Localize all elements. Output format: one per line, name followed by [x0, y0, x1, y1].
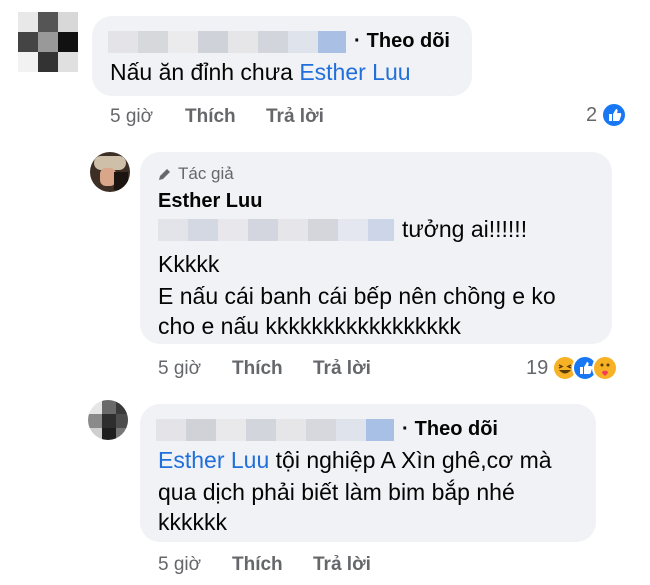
- comment-line: tưởng ai!!!!!!: [158, 216, 527, 243]
- comment-line: cho e nấu kkkkkkkkkkkkkkkkk: [158, 313, 461, 339]
- author-avatar[interactable]: [90, 152, 130, 192]
- pencil-icon: [159, 169, 170, 180]
- care-icon: [592, 355, 619, 381]
- reply-link[interactable]: Trả lời: [266, 106, 324, 128]
- comment-line: kkkkkk: [158, 509, 227, 535]
- reaction-summary[interactable]: 2: [586, 102, 628, 128]
- commenter-avatar[interactable]: [88, 400, 128, 440]
- comment-text: Nấu ăn đỉnh chưa Esther Luu: [110, 56, 411, 89]
- comment-line: qua dịch phải biết làm bim bắp nhé: [158, 479, 515, 505]
- comment-line: E nấu cái banh cái bếp nên chồng e ko: [158, 283, 556, 309]
- follow-link[interactable]: Theo dõi: [367, 30, 450, 53]
- reaction-count: 19: [526, 356, 549, 379]
- commenter-avatar[interactable]: [18, 12, 78, 72]
- follow-link[interactable]: Theo dõi: [415, 418, 498, 441]
- like-link[interactable]: Thích: [232, 554, 283, 576]
- like-icon: [601, 102, 628, 128]
- blurred-mention[interactable]: [158, 218, 394, 241]
- reply-link[interactable]: Trả lời: [313, 554, 371, 576]
- comment-line-text: tội nghiệp A Xìn ghê,cơ mà: [275, 447, 552, 473]
- like-link[interactable]: Thích: [232, 358, 283, 380]
- comment-line: Kkkkk: [158, 251, 220, 277]
- dot-separator: ·: [402, 418, 409, 440]
- reaction-count: 2: [586, 103, 598, 126]
- timestamp[interactable]: 5 giờ: [158, 554, 201, 576]
- blurred-username[interactable]: [108, 30, 346, 53]
- mention-link[interactable]: Esther Luu: [158, 447, 269, 473]
- dot-separator: ·: [354, 30, 361, 52]
- comment-line: Esther Luu tội nghiệp A Xìn ghê,cơ mà: [158, 444, 552, 477]
- name-row: · Theo dõi: [108, 30, 450, 53]
- reaction-summary[interactable]: 19: [526, 355, 619, 381]
- comment-line-text: tưởng ai!!!!!!: [402, 216, 528, 242]
- like-link[interactable]: Thích: [185, 106, 236, 128]
- blurred-username[interactable]: [156, 418, 394, 441]
- name-row: · Theo dõi: [156, 418, 498, 441]
- author-badge: Tác giả: [158, 164, 234, 184]
- timestamp[interactable]: 5 giờ: [158, 358, 201, 380]
- mention-link[interactable]: Esther Luu: [299, 59, 410, 85]
- timestamp[interactable]: 5 giờ: [110, 106, 153, 128]
- comment-text-body: Nấu ăn đỉnh chưa: [110, 59, 293, 85]
- reply-link[interactable]: Trả lời: [313, 358, 371, 380]
- author-name[interactable]: Esther Luu: [158, 190, 262, 213]
- author-tag-label: Tác giả: [178, 164, 234, 183]
